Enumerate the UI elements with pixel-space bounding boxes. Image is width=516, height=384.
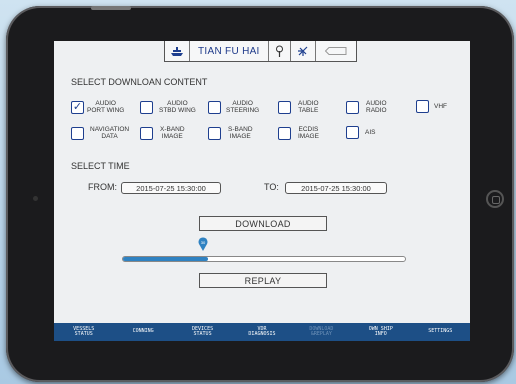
download-button[interactable]: DOWNLOAD <box>199 216 327 231</box>
option-navigation-data[interactable]: NAVIGATION DATA <box>71 126 129 140</box>
to-time-field[interactable]: 2015-07-25 15:30:00 <box>285 182 387 194</box>
option-audio-table[interactable]: AUDIO TABLE <box>278 100 319 114</box>
app-screen: TIAN FU HAI SELECT DOWNLOAN CONTENT ✓ AU… <box>54 41 470 341</box>
option-label: AUDIO <box>298 100 319 107</box>
option-label: AUDIO <box>167 100 188 107</box>
top-status-bar: TIAN FU HAI <box>164 41 357 62</box>
tab-label: &REPLAY <box>310 331 332 337</box>
option-label: STEERING <box>226 107 260 114</box>
option-label: IMAGE <box>161 133 183 140</box>
check-icon: ✓ <box>72 100 83 113</box>
tab-label: SETTINGS <box>428 328 453 335</box>
option-label: NAVIGATION <box>90 126 130 133</box>
option-label: AUDIO <box>95 100 116 107</box>
to-label: TO: <box>264 182 279 192</box>
checkbox[interactable] <box>346 126 359 139</box>
tab-download-replay[interactable]: DOWNLOAD &REPLAY <box>292 323 351 341</box>
tab-label: INFO <box>374 331 387 337</box>
battery-icon <box>316 41 356 61</box>
option-audio-stbd-wing[interactable]: AUDIO STBD WING <box>140 100 196 114</box>
option-label: IMAGE <box>298 133 319 140</box>
progress-marker-icon[interactable]: 30 <box>198 237 208 251</box>
progress-value: 30 <box>201 240 206 245</box>
tab-vessels-status[interactable]: VESSELS STATUS <box>54 323 113 341</box>
checkbox[interactable] <box>208 126 221 140</box>
replay-progress-fill <box>123 257 208 261</box>
ship-name: TIAN FU HAI <box>198 45 260 57</box>
ship-name-cell: TIAN FU HAI <box>190 41 269 61</box>
option-ecdis-image[interactable]: ECDIS IMAGE <box>278 126 319 140</box>
tab-settings[interactable]: SETTINGS <box>411 323 470 341</box>
tab-label: STATUS <box>74 331 93 337</box>
tab-conning[interactable]: CONNING <box>113 323 172 341</box>
option-audio-steering[interactable]: AUDIO STEERING <box>208 100 259 114</box>
checkbox[interactable] <box>71 126 84 140</box>
option-label: ECDIS <box>298 126 319 133</box>
tab-label: STATUS <box>193 331 212 337</box>
home-button[interactable] <box>486 190 504 208</box>
option-label: VHF <box>434 103 447 110</box>
option-label: DATA <box>101 133 118 140</box>
option-label: PORT WING <box>87 107 125 114</box>
from-time-field[interactable]: 2015-07-25 15:30:00 <box>121 182 221 194</box>
checkbox[interactable] <box>278 100 291 114</box>
option-label: AIS <box>365 129 376 136</box>
option-label: AUDIO <box>366 100 387 107</box>
checkbox[interactable] <box>140 126 153 140</box>
option-s-band-image[interactable]: S-BAND IMAGE <box>208 126 253 140</box>
checkbox[interactable] <box>208 100 221 114</box>
antenna-icon <box>269 41 291 61</box>
option-vhf[interactable]: VHF <box>416 100 447 113</box>
section-title-content: SELECT DOWNLOAN CONTENT <box>71 77 208 87</box>
replay-progress-track[interactable] <box>122 256 406 262</box>
option-audio-port-wing[interactable]: ✓ AUDIO PORT WING <box>71 100 124 114</box>
option-label: TABLE <box>298 107 319 114</box>
tablet-camera <box>33 196 38 201</box>
option-label: X-BAND <box>160 126 185 133</box>
satellite-icon <box>291 41 316 61</box>
option-x-band-image[interactable]: X-BAND IMAGE <box>140 126 185 140</box>
tab-label: DIAGNOSIS <box>248 331 276 337</box>
option-label: AUDIO <box>232 100 253 107</box>
option-ais[interactable]: AIS <box>346 126 375 139</box>
option-audio-radio[interactable]: AUDIO RADIO <box>346 100 387 114</box>
option-label: RADIO <box>366 107 387 114</box>
option-label: S-BAND <box>228 126 253 133</box>
option-label: STBD WING <box>159 107 196 114</box>
replay-button[interactable]: REPLAY <box>199 273 327 288</box>
checkbox[interactable] <box>346 100 359 114</box>
tab-vdr-diagnosis[interactable]: VDR DIAGNOSIS <box>232 323 291 341</box>
tab-own-ship-info[interactable]: OWN SHIP INFO <box>351 323 410 341</box>
tab-label: CONNING <box>132 328 154 335</box>
section-title-time: SELECT TIME <box>71 161 130 171</box>
bottom-tab-bar: VESSELS STATUS CONNING DEVICES STATUS VDR D… <box>54 323 470 341</box>
checkbox[interactable] <box>278 126 291 140</box>
option-label: IMAGE <box>229 133 251 140</box>
checkbox[interactable] <box>416 100 429 113</box>
from-label: FROM: <box>88 182 117 192</box>
ship-icon <box>165 41 190 61</box>
tab-devices-status[interactable]: DEVICES STATUS <box>173 323 232 341</box>
checkbox[interactable]: ✓ <box>71 100 84 114</box>
tablet-top-button <box>91 6 131 10</box>
checkbox[interactable] <box>140 100 153 114</box>
